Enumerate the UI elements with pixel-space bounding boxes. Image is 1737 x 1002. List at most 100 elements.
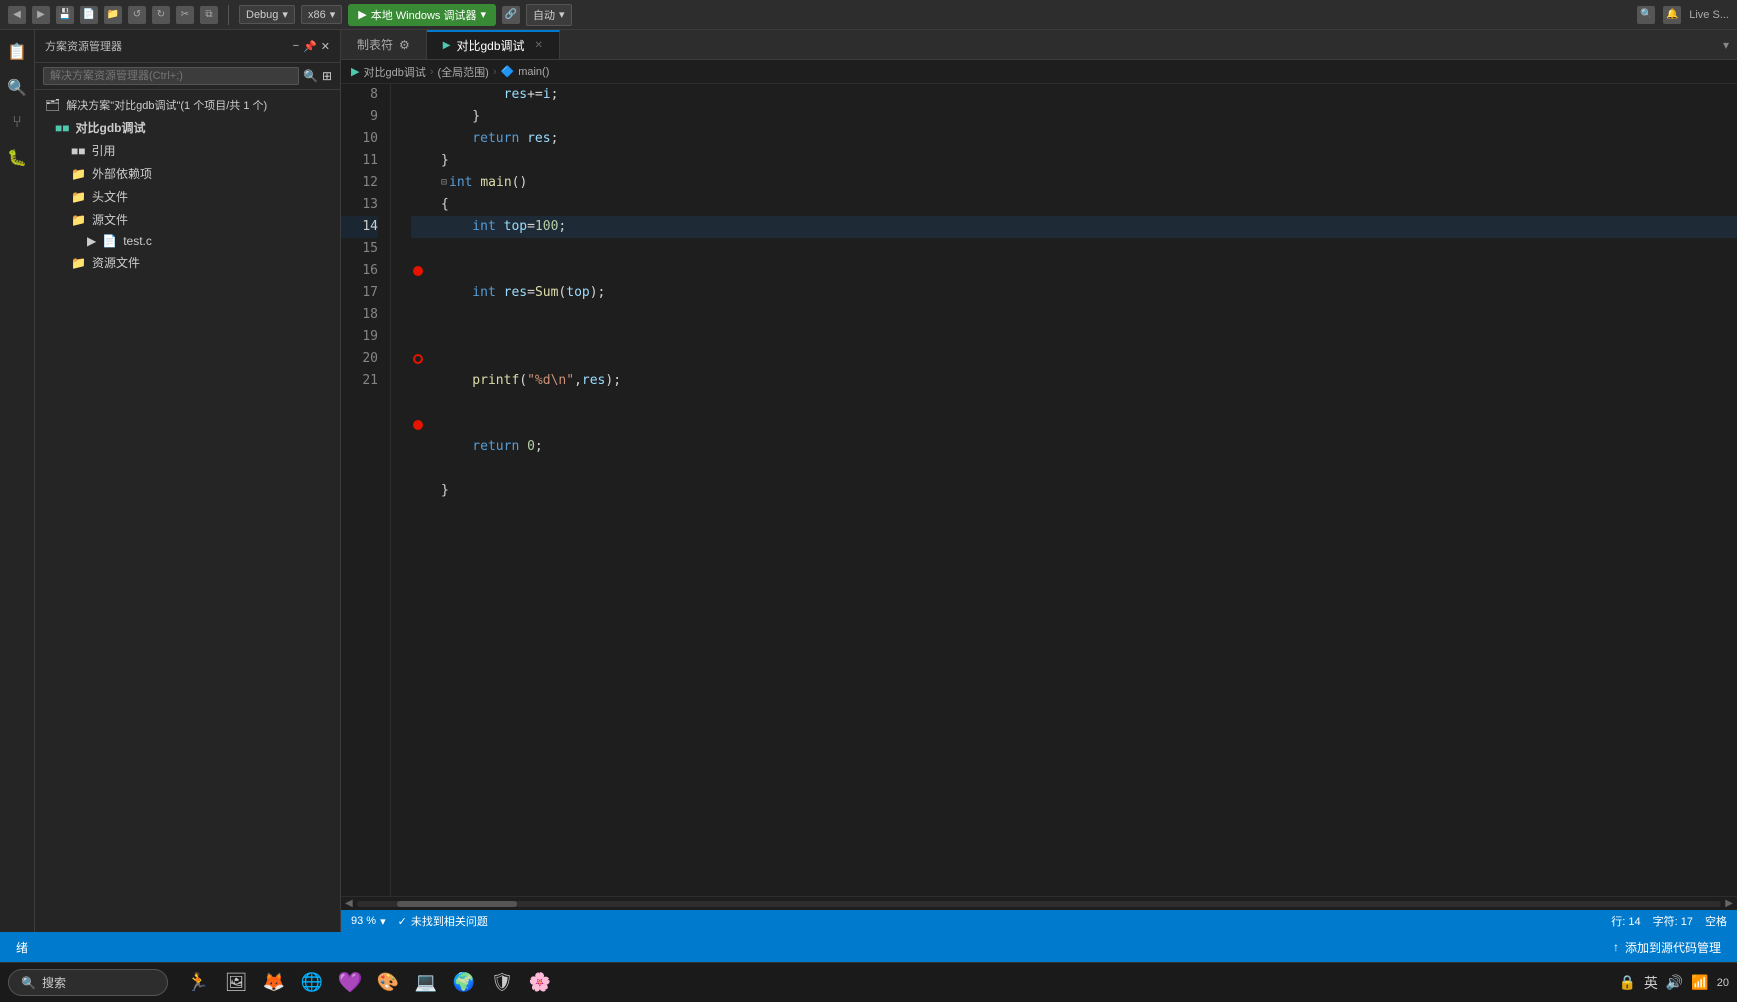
- expand-icon[interactable]: ⊞: [322, 69, 332, 83]
- tray-language-icon[interactable]: 英: [1644, 973, 1658, 993]
- bottom-status-left: 绪: [16, 939, 28, 956]
- zoom-dropdown[interactable]: ▾: [380, 915, 386, 928]
- minimize-sidebar-icon[interactable]: −: [293, 40, 299, 53]
- debug-panel-icon[interactable]: 🐛: [3, 144, 31, 172]
- search-icon[interactable]: 🔍: [3, 74, 31, 102]
- attach-icon[interactable]: 🔗: [502, 6, 520, 24]
- solution-item[interactable]: 🗂 解决方案"对比gdb调试"(1 个项目/共 1 个): [35, 94, 340, 116]
- scroll-left-btn[interactable]: ◀: [345, 898, 353, 909]
- taskbar-search-icon: 🔍: [21, 976, 36, 990]
- new-file-icon[interactable]: 📄: [80, 6, 98, 24]
- tray-volume-icon[interactable]: 🔊: [1666, 974, 1683, 991]
- taskbar-edge-icon[interactable]: 🌐: [296, 967, 328, 999]
- breakpoint-16[interactable]: [413, 266, 423, 276]
- taskbar-vs-icon[interactable]: 💜: [334, 967, 366, 999]
- line-indicator: 行: 14: [1611, 913, 1640, 929]
- save-icon[interactable]: 💾: [56, 6, 74, 24]
- notification-icon[interactable]: 🔔: [1663, 6, 1681, 24]
- taskbar-paint-icon[interactable]: 🎨: [372, 967, 404, 999]
- zoom-status[interactable]: 93 % ▾: [351, 915, 386, 928]
- files-icon[interactable]: 📋: [3, 38, 31, 66]
- taskbar: 🔍 搜索 🏃 🖼 🦊 🌐 💜 🎨 💻 🌍 🛡 🌸 🔒 英 🔊 📶 20: [0, 962, 1737, 1002]
- tab-biaofu[interactable]: 制表符 ⚙: [341, 30, 427, 59]
- auto-arrow: ▾: [559, 8, 565, 21]
- code-line-9: }: [411, 106, 1737, 128]
- code-line-12: ⊟int main(): [411, 172, 1737, 194]
- pin-sidebar-icon[interactable]: 📌: [303, 40, 317, 53]
- breadcrumb-scope[interactable]: (全局范围): [438, 64, 489, 80]
- code-line-11: }: [411, 150, 1737, 172]
- cut-icon[interactable]: ✂: [176, 6, 194, 24]
- breadcrumb-icon: ▶: [351, 65, 359, 78]
- add-source-icon[interactable]: ↑: [1613, 940, 1619, 954]
- auto-dropdown[interactable]: 自动 ▾: [526, 4, 572, 26]
- separator-1: [228, 5, 229, 25]
- platform-dropdown[interactable]: x86 ▾: [301, 5, 342, 24]
- external-deps-item[interactable]: 📁 外部依赖项: [35, 162, 340, 185]
- sidebar-search-input[interactable]: [43, 67, 299, 85]
- redo-icon[interactable]: ↻: [152, 6, 170, 24]
- source-control-icon[interactable]: ⑂: [8, 110, 26, 136]
- testc-label: test.c: [123, 234, 152, 248]
- run-dropdown-arrow: ▾: [480, 8, 486, 21]
- taskbar-search-label: 搜索: [42, 974, 66, 991]
- code-line-8: res+=i;: [411, 84, 1737, 106]
- taskbar-wps-icon[interactable]: 🛡: [486, 967, 518, 999]
- sidebar-header: 方案资源管理器 − 📌 ✕: [35, 30, 340, 63]
- taskbar-terminal-icon[interactable]: 💻: [410, 967, 442, 999]
- breadcrumb-method[interactable]: main(): [518, 66, 549, 78]
- headers-item[interactable]: 📁 头文件: [35, 185, 340, 208]
- status-bar: 93 % ▾ ✓ 未找到相关问题 行: 14 字符: 17 空格: [341, 910, 1737, 932]
- taskbar-search[interactable]: 🔍 搜索: [8, 969, 168, 996]
- tabs-row: 制表符 ⚙ ▶ 对比gdb调试 ✕ ▾: [341, 30, 1737, 60]
- project-icon: ■■: [55, 121, 70, 135]
- scroll-track[interactable]: [357, 901, 1722, 907]
- tab2-close-icon[interactable]: ✕: [535, 40, 543, 51]
- folder-icon[interactable]: 📁: [104, 6, 122, 24]
- fold-icon-12[interactable]: ⊟: [441, 172, 447, 194]
- back-icon[interactable]: ◀: [8, 6, 26, 24]
- tray-wifi-icon[interactable]: 📶: [1691, 974, 1708, 991]
- taskbar-globe-icon[interactable]: 🌍: [448, 967, 480, 999]
- taskbar-window-icon[interactable]: 🖼: [220, 967, 252, 999]
- breadcrumb-project[interactable]: 对比gdb调试: [363, 64, 425, 80]
- taskbar-firefox-icon[interactable]: 🦊: [258, 967, 290, 999]
- problems-status[interactable]: ✓ 未找到相关问题: [398, 913, 488, 929]
- add-source-label[interactable]: 添加到源代码管理: [1625, 939, 1721, 956]
- taskbar-pink-icon[interactable]: 🌸: [524, 967, 556, 999]
- project-item[interactable]: ■■ 对比gdb调试: [35, 116, 340, 139]
- tab-debug[interactable]: ▶ 对比gdb调试 ✕: [427, 30, 560, 59]
- testc-item[interactable]: ▶ 📄 test.c: [35, 231, 340, 251]
- source-item[interactable]: 📁 源文件: [35, 208, 340, 231]
- line8-indent: [441, 84, 504, 106]
- live-share-button[interactable]: Live S...: [1689, 9, 1729, 21]
- code-line-19: return 0;: [411, 414, 1737, 480]
- run-label: 本地 Windows 调试器: [371, 7, 477, 23]
- breakpoint-18[interactable]: [413, 354, 423, 364]
- debug-config-dropdown[interactable]: Debug ▾: [239, 5, 295, 24]
- code-content[interactable]: res+=i; } return res; }: [391, 84, 1737, 896]
- scroll-thumb[interactable]: [397, 901, 517, 907]
- code-line-20: }: [411, 480, 1737, 502]
- code-line-18: printf("%d\n",res);: [411, 348, 1737, 414]
- status-icon: ✓: [398, 915, 407, 928]
- forward-icon[interactable]: ▶: [32, 6, 50, 24]
- encoding-indicator: 空格: [1705, 913, 1727, 929]
- run-debugger-button[interactable]: ▶ 本地 Windows 调试器 ▾: [348, 4, 496, 26]
- tray-lock-icon[interactable]: 🔒: [1618, 974, 1635, 991]
- copy-icon[interactable]: ⧉: [200, 6, 218, 24]
- taskbar-runner-icon[interactable]: 🏃: [182, 967, 214, 999]
- bottom-status-bar: 绪 ↑ 添加到源代码管理: [0, 932, 1737, 962]
- references-item[interactable]: ■■ 引用: [35, 139, 340, 162]
- breadcrumb-nav-icon: 🔷: [501, 65, 515, 78]
- breakpoint-19[interactable]: [413, 420, 423, 430]
- file-icon: 📄: [102, 234, 117, 248]
- close-sidebar-icon[interactable]: ✕: [321, 40, 330, 53]
- tab1-settings-icon[interactable]: ⚙: [399, 38, 410, 52]
- search-input-icon[interactable]: 🔍: [303, 69, 318, 83]
- tabs-dropdown-icon[interactable]: ▾: [1723, 38, 1729, 52]
- search-toolbar-icon[interactable]: 🔍: [1637, 6, 1655, 24]
- undo-icon[interactable]: ↺: [128, 6, 146, 24]
- scroll-right-btn[interactable]: ▶: [1725, 898, 1733, 909]
- resources-item[interactable]: 📁 资源文件: [35, 251, 340, 274]
